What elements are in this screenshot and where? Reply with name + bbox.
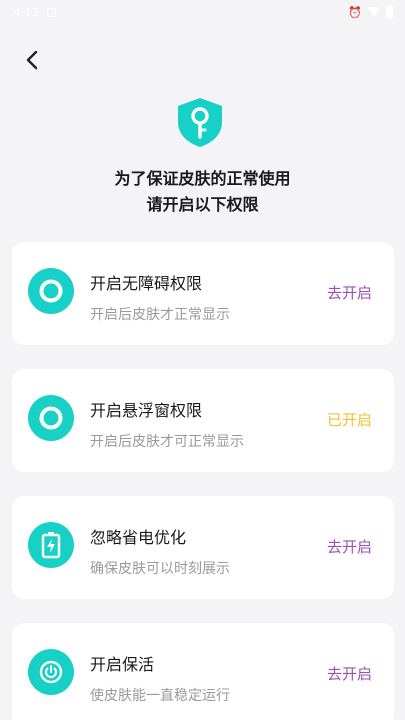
permission-subtitle: 开启后皮肤才可正常显示	[90, 434, 244, 450]
permission-card-accessibility: 开启无障碍权限 开启后皮肤才正常显示 去开启	[12, 242, 394, 345]
headline-line-2: 请开启以下权限	[146, 195, 259, 214]
enable-accessibility-button[interactable]: 去开启	[327, 282, 372, 303]
permission-title: 忽略省电优化	[90, 528, 187, 547]
status-bar: 4:17 ⏰	[0, 0, 405, 24]
shield-key-icon	[178, 98, 222, 147]
status-time: 4:17	[14, 5, 39, 19]
page-headline: 为了保证皮肤的正常使用 请开启以下权限	[0, 166, 405, 218]
permission-title: 开启无障碍权限	[90, 274, 203, 293]
enable-keepalive-button[interactable]: 去开启	[327, 663, 372, 684]
ring-icon	[28, 268, 74, 314]
notification-icon	[46, 7, 56, 17]
permission-title: 开启保活	[90, 655, 155, 674]
alarm-icon: ⏰	[348, 5, 362, 19]
permission-card-overlay: 开启悬浮窗权限 开启后皮肤才可正常显示 已开启	[12, 369, 394, 472]
power-icon	[28, 649, 74, 695]
chevron-left-icon	[26, 50, 38, 70]
overlay-enabled-label[interactable]: 已开启	[327, 409, 372, 430]
permission-subtitle: 使皮肤能一直稳定运行	[90, 688, 230, 704]
headline-line-1: 为了保证皮肤的正常使用	[114, 169, 291, 188]
ring-icon	[28, 395, 74, 441]
battery-status-icon	[386, 6, 393, 18]
back-button[interactable]	[18, 46, 46, 74]
permission-card-keepalive: 开启保活 使皮肤能一直稳定运行 去开启	[12, 623, 394, 720]
permission-subtitle: 开启后皮肤才正常显示	[90, 307, 230, 323]
ignore-battery-optimization-button[interactable]: 去开启	[327, 536, 372, 557]
permission-subtitle: 确保皮肤可以时刻展示	[90, 561, 230, 577]
wifi-icon	[368, 7, 380, 17]
battery-icon	[28, 522, 74, 568]
permission-card-battery: 忽略省电优化 确保皮肤可以时刻展示 去开启	[12, 496, 394, 599]
permission-title: 开启悬浮窗权限	[90, 401, 203, 420]
